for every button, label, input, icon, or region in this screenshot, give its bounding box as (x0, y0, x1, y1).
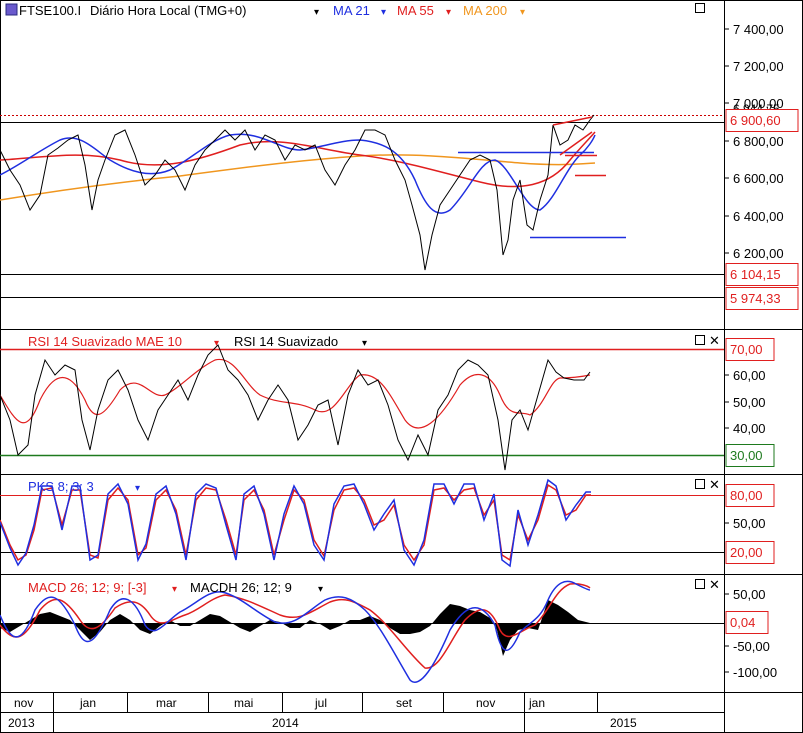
month-label: mai (234, 696, 253, 710)
month-label: set (396, 696, 413, 710)
rsi-label: RSI 14 Suavizado (234, 334, 338, 349)
ma200-dropdown-icon[interactable]: ▾ (520, 7, 525, 18)
year-label: 2015 (610, 716, 637, 730)
price-tag-6900: 6 900,60 (730, 113, 781, 128)
ma55-label: MA 55 (397, 3, 434, 18)
macd-dropdown-icon[interactable]: ▾ (172, 584, 177, 595)
year-label: 2013 (8, 716, 35, 730)
month-label: jan (528, 696, 545, 710)
macdh-label: MACDH 26; 12; 9 (190, 580, 292, 595)
price-tick: 7 400,00 (733, 22, 784, 37)
macd-tick: 50,00 (733, 587, 766, 602)
chart-root: FTSE100.I Diário Hora Local (TMG+0) ▾ MA… (0, 0, 803, 733)
title-dropdown-icon[interactable]: ▾ (314, 7, 319, 18)
rsi-tick: 60,00 (733, 368, 766, 383)
price-tag-5974: 5 974,33 (730, 291, 781, 306)
pks-level-tag-20: 20,00 (730, 545, 763, 560)
month-label: nov (476, 696, 495, 710)
month-label: nov (14, 696, 33, 710)
price-tick: 6 200,00 (733, 246, 784, 261)
month-label: jan (79, 696, 96, 710)
pks-tick: 50,00 (733, 516, 766, 531)
ma55-dropdown-icon[interactable]: ▾ (446, 7, 451, 18)
month-label: mar (156, 696, 177, 710)
ma200-label: MA 200 (463, 3, 507, 18)
pks-label: PKS 8; 3; 3 (28, 479, 94, 494)
price-tag-6104: 6 104,15 (730, 267, 781, 282)
pks-close-icon[interactable]: ✕ (709, 477, 720, 492)
rsi-tick: 40,00 (733, 421, 766, 436)
rsi-mae-label: RSI 14 Suavizado MAE 10 (28, 334, 182, 349)
rsi-level-tag-70: 70,00 (730, 342, 763, 357)
ma21-label: MA 21 (333, 3, 370, 18)
price-tick: 6 400,00 (733, 209, 784, 224)
title-text: Diário Hora Local (TMG+0) (90, 3, 246, 18)
price-tick: 7 200,00 (733, 59, 784, 74)
macd-label: MACD 26; 12; 9; [-3] (28, 580, 147, 595)
rsi-mae-dropdown-icon[interactable]: ▾ (214, 338, 219, 349)
ma21-dropdown-icon[interactable]: ▾ (381, 7, 386, 18)
macd-tick: -100,00 (733, 665, 777, 680)
macd-value-tag: 0,04 (730, 615, 755, 630)
macdh-dropdown-icon[interactable]: ▾ (318, 584, 323, 595)
price-tick: 6 800,00 (733, 134, 784, 149)
month-label: jul (314, 696, 327, 710)
pks-dropdown-icon[interactable]: ▾ (135, 483, 140, 494)
price-tick: 6 600,00 (733, 171, 784, 186)
rsi-close-icon[interactable]: ✕ (709, 333, 720, 348)
macd-tick: -50,00 (733, 639, 770, 654)
symbol-icon (5, 3, 18, 16)
symbol-label: FTSE100.I (19, 3, 81, 18)
rsi-level-tag-30: 30,00 (730, 448, 763, 463)
pks-level-tag-80: 80,00 (730, 488, 763, 503)
rsi-dropdown-icon[interactable]: ▾ (362, 338, 367, 349)
rsi-tick: 50,00 (733, 395, 766, 410)
year-label: 2014 (272, 716, 299, 730)
macd-close-icon[interactable]: ✕ (709, 577, 720, 592)
